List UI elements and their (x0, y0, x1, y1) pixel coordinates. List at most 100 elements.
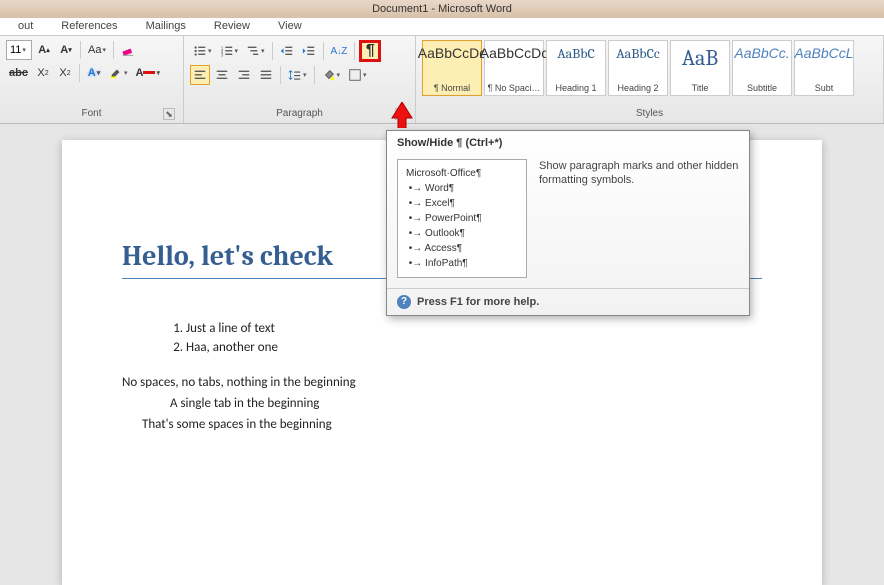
shrink-font-button[interactable]: A▾ (56, 40, 76, 60)
align-left-button[interactable] (190, 65, 210, 85)
tooltip-sample-line: •→ Access¶ (406, 241, 518, 256)
separator (354, 42, 355, 60)
style-preview: AaBbCc. (734, 45, 789, 61)
paragraph-dialog-launcher[interactable]: ⬊ (395, 108, 407, 120)
group-styles: AaBbCcDc¶ NormalAaBbCcDc¶ No Spaci…AaBbC… (416, 36, 884, 123)
clear-formatting-button[interactable] (118, 40, 138, 60)
ribbon: 11 A▴ A▾ Aa abc X2 X2 A A (0, 36, 884, 124)
tooltip-sample-line: •→ InfoPath¶ (406, 256, 518, 271)
group-font: 11 A▴ A▾ Aa abc X2 X2 A A (0, 36, 184, 123)
paragraph-text[interactable]: No spaces, no tabs, nothing in the begin… (122, 375, 762, 390)
tooltip-footer: ? Press F1 for more help. (387, 288, 749, 315)
sort-button[interactable]: A↓Z (328, 41, 351, 61)
line-spacing-button[interactable] (285, 65, 310, 85)
decrease-indent-button[interactable] (277, 41, 297, 61)
style-card[interactable]: AaBbCcDc¶ Normal (422, 40, 482, 96)
separator (314, 66, 315, 84)
subscript-button[interactable]: X2 (33, 63, 53, 83)
style-preview: AaB (682, 45, 718, 71)
paragraph-text[interactable]: That's some spaces in the beginning (142, 417, 762, 432)
style-card[interactable]: AaB Title (670, 40, 730, 96)
style-card[interactable]: AaBbCcLSubt (794, 40, 854, 96)
separator (80, 41, 81, 59)
bullet-list-icon (193, 44, 207, 58)
tooltip-sample-line: •→ Excel¶ (406, 196, 518, 211)
separator (79, 64, 80, 82)
highlight-button[interactable] (106, 63, 131, 83)
show-hide-button[interactable]: ¶ (359, 40, 381, 62)
paint-bucket-icon (322, 68, 336, 82)
group-label-styles: Styles (422, 107, 877, 121)
title-bar: Document1 - Microsoft Word (0, 0, 884, 18)
bullets-button[interactable] (190, 41, 215, 61)
superscript-button[interactable]: X2 (55, 63, 75, 83)
multilevel-icon (246, 44, 260, 58)
style-preview: AaBbCc (616, 45, 660, 62)
tooltip-title: Show/Hide ¶ (Ctrl+*) (387, 131, 749, 153)
group-label-font: Font ⬊ (6, 107, 177, 121)
tab-review[interactable]: Review (200, 18, 264, 35)
style-name: Subtitle (747, 83, 777, 93)
numbering-button[interactable]: 123 (217, 41, 242, 61)
tooltip-sample-box: Microsoft·Office¶ •→ Word¶ •→ Excel¶ •→ … (397, 159, 527, 278)
strikethrough-button[interactable]: abc (6, 63, 31, 83)
align-center-button[interactable] (212, 65, 232, 85)
style-card[interactable]: AaBbCc Heading 2 (608, 40, 668, 96)
line-spacing-icon (288, 68, 302, 82)
group-label-paragraph: Paragraph ⬊ (190, 107, 409, 121)
tooltip-show-hide: Show/Hide ¶ (Ctrl+*) Microsoft·Office¶ •… (386, 130, 750, 316)
shading-button[interactable] (319, 65, 344, 85)
font-size-input[interactable]: 11 (6, 40, 32, 60)
style-name: Subt (815, 83, 834, 93)
help-icon: ? (397, 295, 411, 309)
style-name: Title (692, 83, 709, 93)
eraser-icon (121, 43, 135, 57)
style-card[interactable]: AaBbC Heading 1 (546, 40, 606, 96)
multilevel-list-button[interactable] (243, 41, 268, 61)
tab-references[interactable]: References (47, 18, 131, 35)
align-right-button[interactable] (234, 65, 254, 85)
group-paragraph: 123 A↓Z ¶ Pa (184, 36, 416, 123)
style-name: Heading 2 (617, 83, 658, 93)
tooltip-description: Show paragraph marks and other hidden fo… (539, 159, 739, 278)
style-card[interactable]: AaBbCc. Subtitle (732, 40, 792, 96)
align-center-icon (215, 68, 229, 82)
tooltip-sample-line: •→ Word¶ (406, 181, 518, 196)
borders-button[interactable] (345, 65, 370, 85)
separator (113, 41, 114, 59)
paragraph-text[interactable]: A single tab in the beginning (170, 396, 762, 411)
numbered-list[interactable]: Just a line of text Haa, another one (186, 319, 762, 357)
text-effects-button[interactable]: A (84, 63, 104, 83)
separator (272, 42, 273, 60)
style-name: ¶ Normal (434, 83, 470, 93)
list-item[interactable]: Haa, another one (186, 338, 762, 357)
tooltip-sample-line: •→ PowerPoint¶ (406, 211, 518, 226)
highlighter-icon (109, 66, 123, 80)
align-left-icon (193, 68, 207, 82)
tab-view[interactable]: View (264, 18, 316, 35)
indent-icon (302, 44, 316, 58)
list-item[interactable]: Just a line of text (186, 319, 762, 338)
align-right-icon (237, 68, 251, 82)
font-color-button[interactable]: A (132, 63, 162, 83)
style-gallery[interactable]: AaBbCcDc¶ NormalAaBbCcDc¶ No Spaci…AaBbC… (422, 40, 877, 96)
style-card[interactable]: AaBbCcDc¶ No Spaci… (484, 40, 544, 96)
window-title: Document1 - Microsoft Word (372, 3, 512, 15)
style-preview: AaBbCcDc (418, 45, 486, 61)
style-name: Heading 1 (555, 83, 596, 93)
outdent-icon (280, 44, 294, 58)
tooltip-footer-text: Press F1 for more help. (417, 296, 539, 308)
justify-button[interactable] (256, 65, 276, 85)
style-preview: AaBbC (557, 45, 595, 62)
increase-indent-button[interactable] (299, 41, 319, 61)
change-case-button[interactable]: Aa (85, 40, 109, 60)
separator (280, 66, 281, 84)
tooltip-sample-line: •→ Outlook¶ (406, 226, 518, 241)
font-dialog-launcher[interactable]: ⬊ (163, 108, 175, 120)
border-icon (348, 68, 362, 82)
tab-layout[interactable]: out (4, 18, 47, 35)
style-name: ¶ No Spaci… (488, 83, 541, 93)
tab-mailings[interactable]: Mailings (132, 18, 200, 35)
svg-text:3: 3 (220, 52, 223, 57)
grow-font-button[interactable]: A▴ (34, 40, 54, 60)
